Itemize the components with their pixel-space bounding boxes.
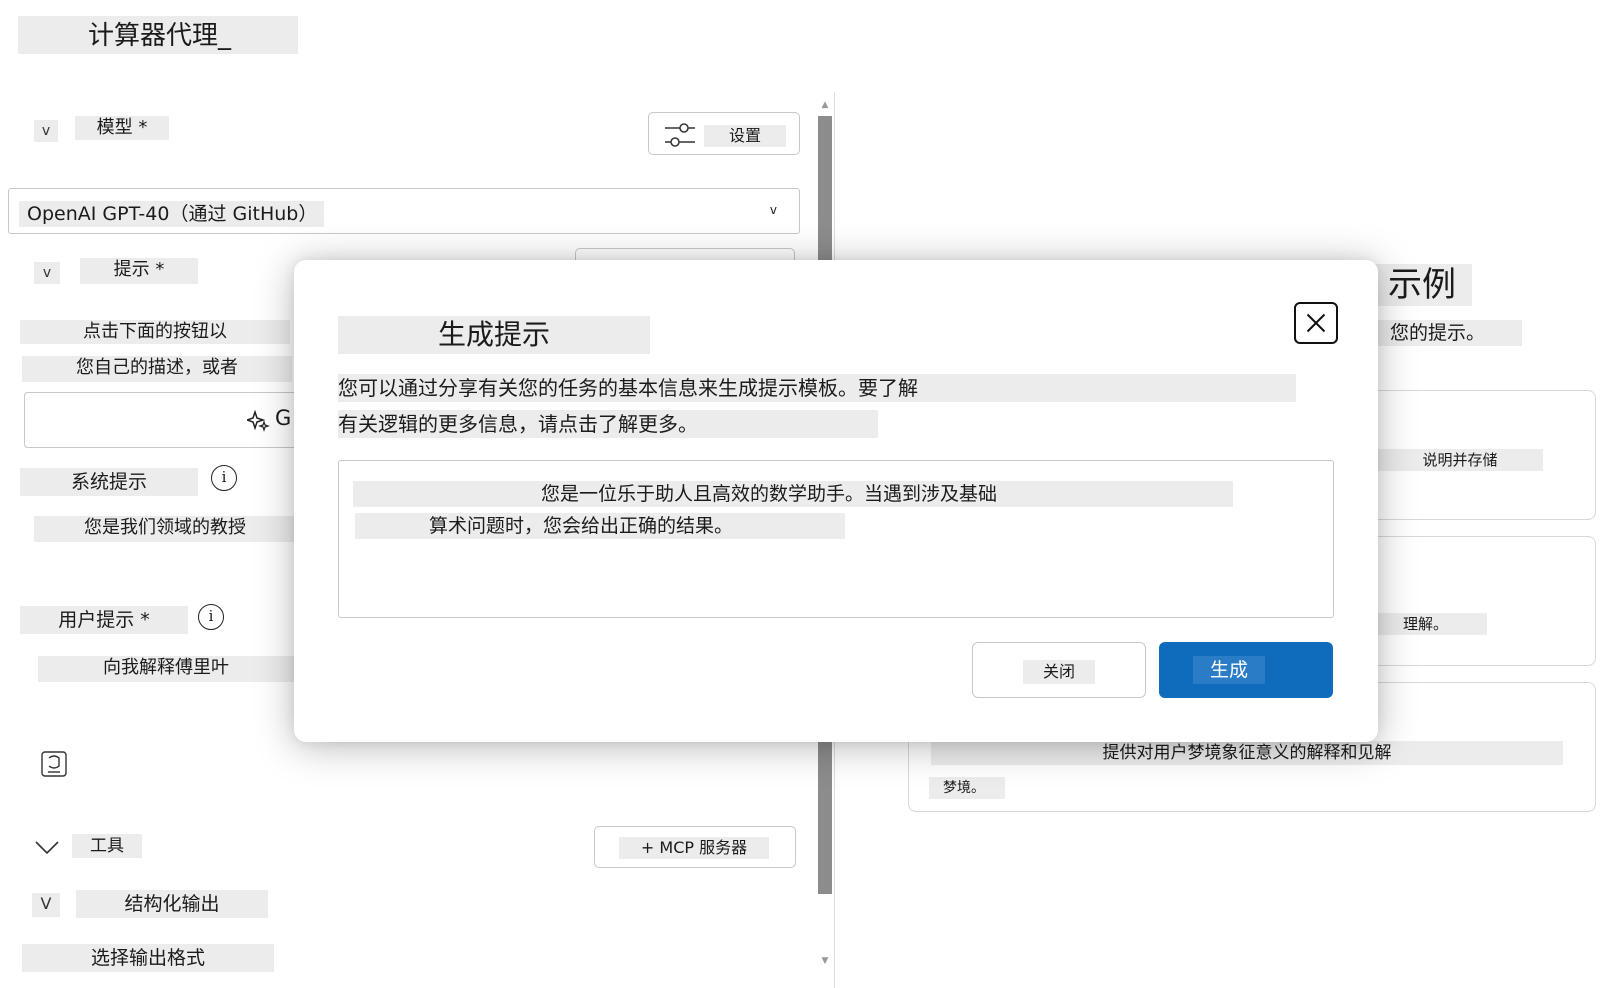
textarea-line1: 您是一位乐于助人且高效的数学助手。当遇到涉及基础 [353, 481, 1233, 507]
dialog-description-line1: 您可以通过分享有关您的任务的基本信息来生成提示模板。要了解 [338, 374, 1296, 402]
close-icon[interactable] [1294, 302, 1338, 344]
task-description-textarea[interactable]: 您是一位乐于助人且高效的数学助手。当遇到涉及基础 算术问题时，您会给出正确的结果… [338, 460, 1334, 618]
close-button[interactable]: 关闭 [972, 642, 1146, 698]
modal-overlay: 生成提示 您可以通过分享有关您的任务的基本信息来生成提示模板。要了解 有关逻辑的… [0, 0, 1620, 988]
close-button-label: 关闭 [1023, 660, 1095, 684]
app-page: 计算器代理_ v 模型 * 设置 OpenAI GPT-40（通过 GitHub… [0, 0, 1620, 988]
generate-button[interactable]: 生成 [1159, 642, 1333, 698]
generate-prompt-dialog: 生成提示 您可以通过分享有关您的任务的基本信息来生成提示模板。要了解 有关逻辑的… [294, 260, 1378, 742]
generate-button-label: 生成 [1193, 656, 1265, 684]
dialog-description-line2: 有关逻辑的更多信息，请点击了解更多。 [338, 410, 878, 438]
dialog-title: 生成提示 [338, 316, 650, 354]
textarea-line2: 算术问题时，您会给出正确的结果。 [355, 513, 845, 539]
